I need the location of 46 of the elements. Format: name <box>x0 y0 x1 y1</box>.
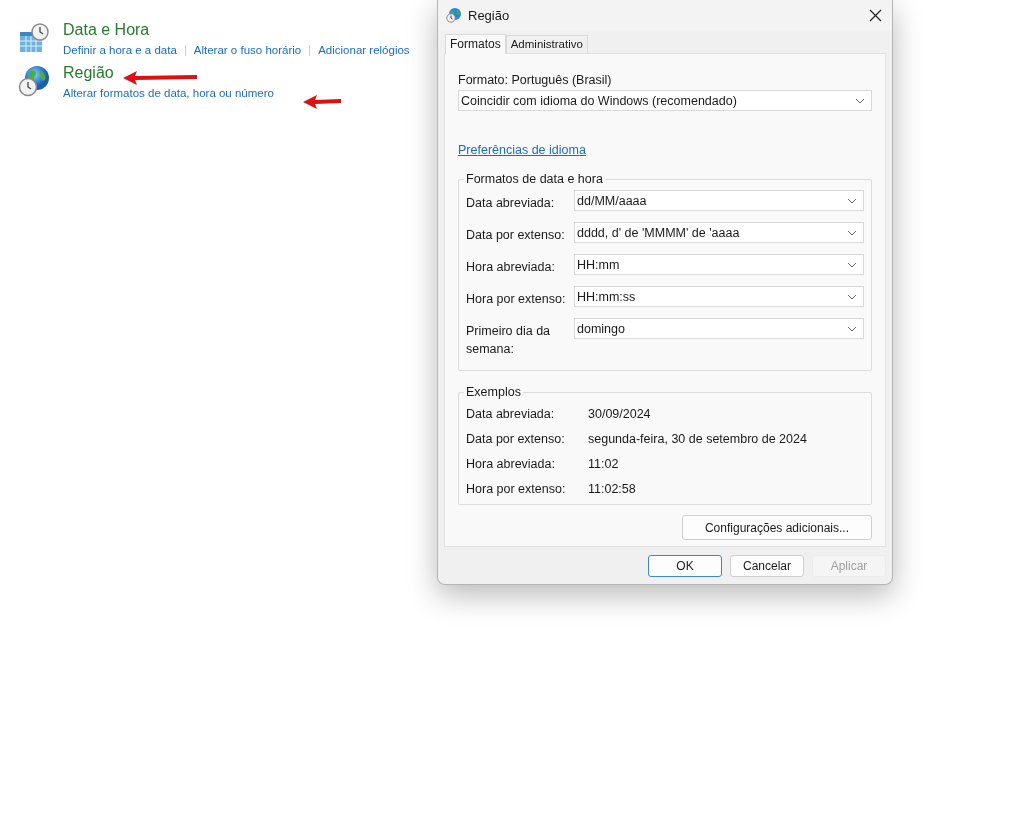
format-label: Formato: Português (Brasil) <box>458 72 613 89</box>
chevron-down-icon <box>847 229 857 236</box>
task-link[interactable]: Alterar formatos de data, hora ou número <box>63 83 274 103</box>
format-dropdown[interactable]: dd/MM/aaaa <box>574 190 864 211</box>
globe-clock-icon <box>18 65 50 97</box>
example-label: Data abreviada: <box>466 406 556 423</box>
task-link[interactable]: Adicionar relógios <box>318 40 410 60</box>
item-title[interactable]: Data e Hora <box>63 20 150 40</box>
chevron-down-icon <box>847 293 857 300</box>
format-dropdown[interactable]: HH:mm:ss <box>574 286 864 307</box>
group-title: Exemplos <box>465 385 522 399</box>
window-title: Região <box>468 7 511 23</box>
format-dropdown[interactable]: domingo <box>574 318 864 339</box>
annotation-arrow <box>303 95 341 109</box>
chevron-down-icon <box>847 325 857 332</box>
globe-clock-icon <box>446 7 462 23</box>
task-link[interactable]: Definir a hora e a data <box>63 40 177 60</box>
format-dropdown[interactable]: dddd, d' de 'MMMM' de 'aaaa <box>574 222 864 243</box>
calendar-clock-icon <box>18 22 50 54</box>
example-label: Data por extenso: <box>466 431 566 448</box>
field-label: Hora por extenso: <box>466 291 567 308</box>
example-value: 11:02:58 <box>588 481 637 498</box>
item-title[interactable]: Região <box>63 63 114 83</box>
field-label: Data por extenso: <box>466 227 566 244</box>
task-link[interactable]: Alterar o fuso horário <box>193 40 302 60</box>
field-label: Data abreviada: <box>466 195 556 212</box>
chevron-down-icon <box>847 261 857 268</box>
dialog-button[interactable]: Cancelar <box>730 555 804 577</box>
example-value: 11:02 <box>588 456 620 473</box>
example-label: Hora abreviada: <box>466 456 556 473</box>
format-dropdown[interactable]: Coincidir com idioma do Windows (recomendado) <box>458 90 872 111</box>
close-icon <box>869 8 882 22</box>
language-preferences-link[interactable]: Preferências de idioma <box>458 141 586 159</box>
tab[interactable]: Formatos <box>445 34 506 54</box>
chevron-down-icon <box>847 197 857 204</box>
example-value: segunda-feira, 30 de setembro de 2024 <box>588 431 808 448</box>
group-title: Formatos de data e hora <box>465 172 604 186</box>
field-label: Hora abreviada: <box>466 259 556 276</box>
additional-settings-button[interactable]: Configurações adicionais... <box>682 515 872 540</box>
format-dropdown[interactable]: HH:mm <box>574 254 864 275</box>
tab[interactable]: Administrativo <box>505 35 588 53</box>
dialog-button[interactable]: OK <box>648 555 722 577</box>
example-label: Hora por extenso: <box>466 481 567 498</box>
example-value: 30/09/2024 <box>588 406 652 423</box>
chevron-down-icon <box>855 97 865 104</box>
field-label: Primeiro dia da semana: <box>466 323 552 358</box>
